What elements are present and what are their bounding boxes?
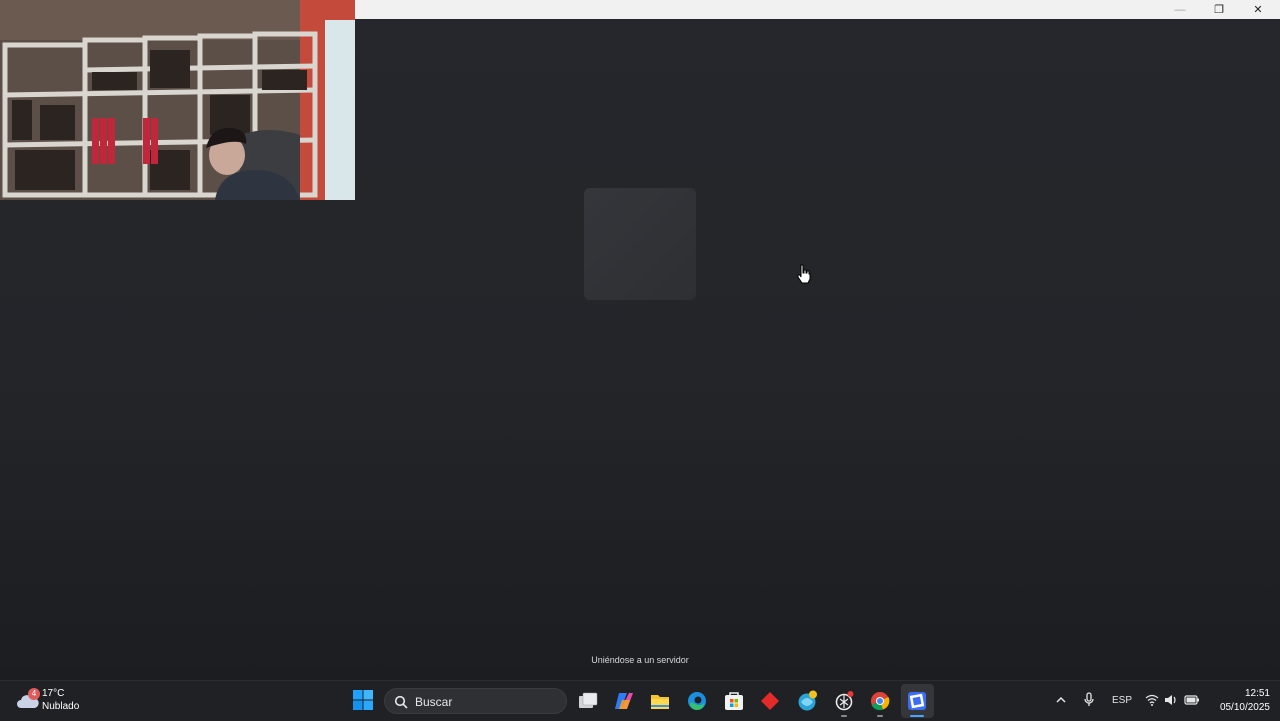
search-placeholder: Buscar	[415, 695, 453, 709]
task-view-icon[interactable]	[577, 690, 599, 712]
red-diamond-app-icon[interactable]	[759, 690, 781, 712]
running-indicator	[841, 715, 847, 717]
roblox-icon[interactable]	[906, 690, 928, 712]
copilot-icon[interactable]	[613, 690, 635, 712]
chrome-icon[interactable]	[869, 690, 891, 712]
running-indicator	[877, 715, 883, 717]
windows-taskbar: 4 17°C Nublado Buscar ESP 12:51 05/10/20…	[0, 680, 1280, 721]
volume-icon[interactable]	[1164, 694, 1178, 706]
search-icon	[394, 695, 408, 709]
input-language[interactable]: ESP	[1112, 695, 1132, 706]
browser-with-notification-icon[interactable]	[796, 690, 818, 712]
file-explorer-icon[interactable]	[649, 690, 671, 712]
chevron-up-icon[interactable]	[1055, 694, 1067, 706]
taskbar-search-box[interactable]: Buscar	[384, 688, 567, 714]
edge-icon[interactable]	[686, 690, 708, 712]
game-thumbnail-placeholder	[584, 188, 696, 300]
joining-server-status: Uniéndose a un servidor	[591, 655, 689, 665]
microsoft-store-icon[interactable]	[723, 690, 745, 712]
minimize-button[interactable]: —	[1160, 0, 1200, 19]
wifi-icon[interactable]	[1145, 694, 1159, 706]
windows-start-icon[interactable]	[352, 689, 374, 711]
close-button[interactable]: ✕	[1238, 0, 1278, 19]
weather-condition: Nublado	[42, 701, 80, 712]
weather-widget[interactable]: 4 17°C Nublado	[14, 685, 104, 717]
webcam-overlay	[0, 0, 355, 200]
weather-alert-badge: 4	[28, 688, 40, 700]
active-indicator	[910, 715, 924, 717]
battery-icon[interactable]	[1184, 694, 1200, 706]
clock-time: 12:51	[1244, 688, 1270, 699]
restore-button[interactable]: ❐	[1199, 0, 1239, 19]
clock-date: 05/10/2025	[1219, 702, 1270, 713]
microphone-icon[interactable]	[1083, 692, 1095, 708]
system-clock[interactable]: 12:51 05/10/2025	[1206, 687, 1270, 715]
chatgpt-icon[interactable]	[833, 690, 855, 712]
hand-cursor-icon	[797, 264, 811, 284]
weather-temperature: 17°C	[42, 688, 65, 699]
